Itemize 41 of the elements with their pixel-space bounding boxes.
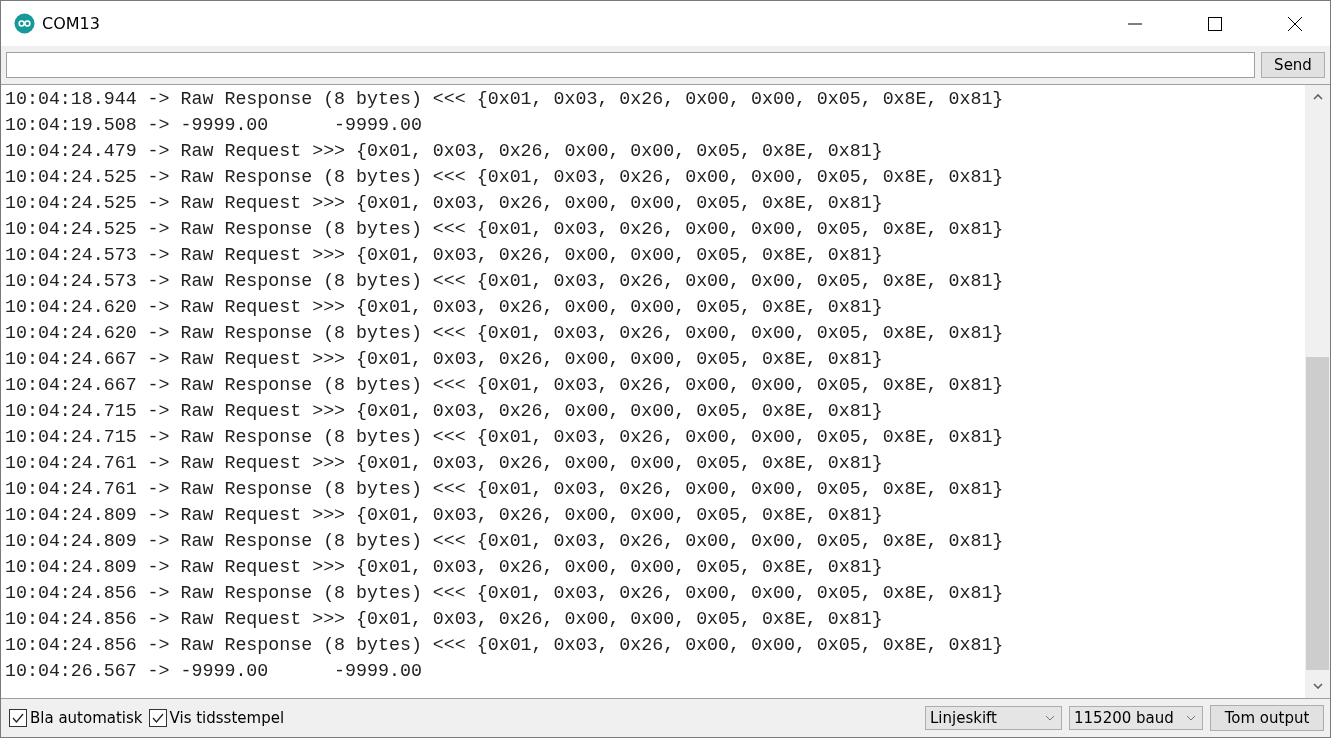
- close-icon[interactable]: [1288, 16, 1302, 31]
- serial-output-line: 10:04:24.573 -> Raw Request >>> {0x01, 0x03, 0x26, 0x00, 0x00, 0x05, 0x8E, 0x81}: [5, 244, 883, 267]
- serial-output-line: 10:04:24.715 -> Raw Response (8 bytes) <<< {0x01, 0x03, 0x26, 0x00, 0x00, 0x05, 0x8E, 0x81}: [5, 426, 1004, 449]
- serial-output-line: 10:04:24.479 -> Raw Request >>> {0x01, 0x03, 0x26, 0x00, 0x00, 0x05, 0x8E, 0x81}: [5, 140, 883, 163]
- serial-output-line: 10:04:24.620 -> Raw Response (8 bytes) <<< {0x01, 0x03, 0x26, 0x00, 0x00, 0x05, 0x8E, 0x81}: [5, 322, 1004, 345]
- serial-output-line: 10:04:24.809 -> Raw Request >>> {0x01, 0x03, 0x26, 0x00, 0x00, 0x05, 0x8E, 0x81}: [5, 556, 883, 579]
- serial-output-line: 10:04:18.944 -> Raw Response (8 bytes) <<< {0x01, 0x03, 0x26, 0x00, 0x00, 0x05, 0x8E, 0x81}: [5, 88, 1004, 111]
- checkbox-label[interactable]: Bla automatisk: [30, 709, 143, 727]
- app-logo-icon: [14, 13, 35, 34]
- scrollbar-thumb[interactable]: [1306, 357, 1329, 670]
- maximize-icon[interactable]: [1208, 16, 1222, 31]
- scroll-up-icon[interactable]: [1312, 94, 1323, 100]
- clear-output-button[interactable]: Tom output: [1210, 705, 1324, 731]
- send-button[interactable]: Send: [1261, 52, 1325, 78]
- line-ending-dropdown[interactable]: Linjeskift: [925, 706, 1062, 730]
- serial-output-line: 10:04:24.667 -> Raw Request >>> {0x01, 0x03, 0x26, 0x00, 0x00, 0x05, 0x8E, 0x81}: [5, 348, 883, 371]
- serial-output-line: 10:04:24.856 -> Raw Response (8 bytes) <<< {0x01, 0x03, 0x26, 0x00, 0x00, 0x05, 0x8E, 0x81}: [5, 582, 1004, 605]
- serial-output-line: 10:04:24.573 -> Raw Response (8 bytes) <<< {0x01, 0x03, 0x26, 0x00, 0x00, 0x05, 0x8E, 0x81}: [5, 270, 1004, 293]
- serial-output-line: 10:04:24.525 -> Raw Response (8 bytes) <<< {0x01, 0x03, 0x26, 0x00, 0x00, 0x05, 0x8E, 0x81}: [5, 166, 1004, 189]
- serial-output-line: 10:04:24.715 -> Raw Request >>> {0x01, 0x03, 0x26, 0x00, 0x00, 0x05, 0x8E, 0x81}: [5, 400, 883, 423]
- serial-output-line: 10:04:24.809 -> Raw Response (8 bytes) <<< {0x01, 0x03, 0x26, 0x00, 0x00, 0x05, 0x8E, 0x81}: [5, 530, 1004, 553]
- serial-output-line: 10:04:24.667 -> Raw Response (8 bytes) <<< {0x01, 0x03, 0x26, 0x00, 0x00, 0x05, 0x8E, 0x81}: [5, 374, 1004, 397]
- caret-icon: [1045, 715, 1055, 721]
- serial-output-line: 10:04:24.856 -> Raw Response (8 bytes) <<< {0x01, 0x03, 0x26, 0x00, 0x00, 0x05, 0x8E, 0x81}: [5, 634, 1004, 657]
- window-title: COM13: [42, 14, 100, 33]
- serial-output-line: 10:04:24.620 -> Raw Request >>> {0x01, 0x03, 0x26, 0x00, 0x00, 0x05, 0x8E, 0x81}: [5, 296, 883, 319]
- checkbox-label[interactable]: Vis tidsstempel: [169, 709, 285, 727]
- serial-output-line: 10:04:24.761 -> Raw Response (8 bytes) <<< {0x01, 0x03, 0x26, 0x00, 0x00, 0x05, 0x8E, 0x81}: [5, 478, 1004, 501]
- serial-output-line: 10:04:19.508 -> -9999.00 -9999.00: [5, 114, 422, 137]
- checkbox[interactable]: [9, 709, 27, 727]
- baud-rate-dropdown[interactable]: 115200 baud: [1069, 706, 1203, 730]
- serial-output-line: 10:04:24.525 -> Raw Response (8 bytes) <<< {0x01, 0x03, 0x26, 0x00, 0x00, 0x05, 0x8E, 0x81}: [5, 218, 1004, 241]
- message-input-field[interactable]: [6, 52, 1255, 78]
- scroll-down-icon[interactable]: [1312, 683, 1323, 689]
- serial-output-line: 10:04:24.525 -> Raw Request >>> {0x01, 0x03, 0x26, 0x00, 0x00, 0x05, 0x8E, 0x81}: [5, 192, 883, 215]
- serial-output-line: 10:04:24.856 -> Raw Request >>> {0x01, 0x03, 0x26, 0x00, 0x00, 0x05, 0x8E, 0x81}: [5, 608, 883, 631]
- caret-icon: [1186, 715, 1196, 721]
- checkbox[interactable]: [148, 709, 167, 727]
- serial-output-line: 10:04:26.567 -> -9999.00 -9999.00: [5, 660, 422, 683]
- serial-output-line: 10:04:24.809 -> Raw Request >>> {0x01, 0x03, 0x26, 0x00, 0x00, 0x05, 0x8E, 0x81}: [5, 504, 883, 527]
- serial-output-line: 10:04:24.761 -> Raw Request >>> {0x01, 0x03, 0x26, 0x00, 0x00, 0x05, 0x8E, 0x81}: [5, 452, 883, 475]
